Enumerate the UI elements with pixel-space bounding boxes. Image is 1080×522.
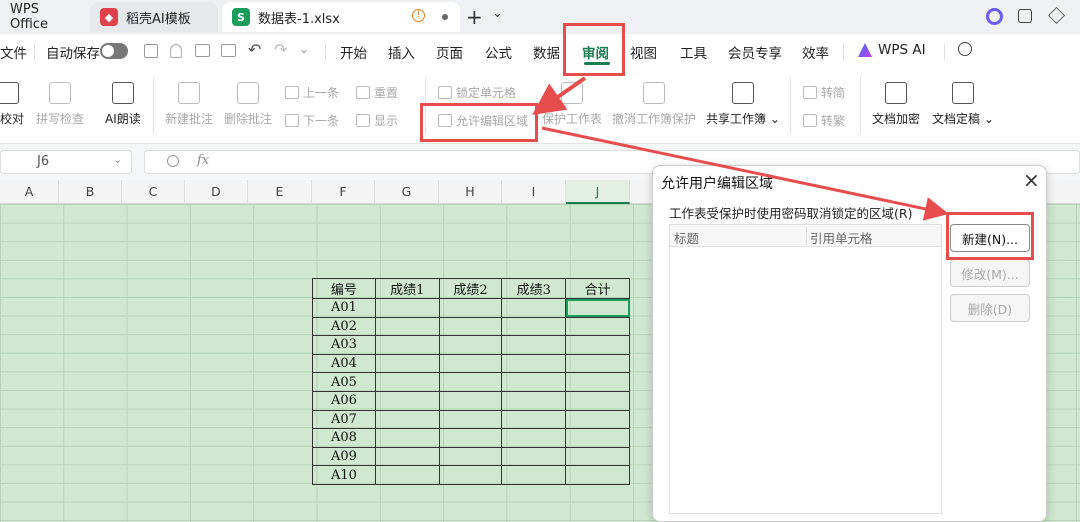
annotation-arrows [532, 76, 949, 221]
arrow-to-allow-edit [532, 76, 587, 115]
arrow-to-new-button [541, 126, 949, 221]
